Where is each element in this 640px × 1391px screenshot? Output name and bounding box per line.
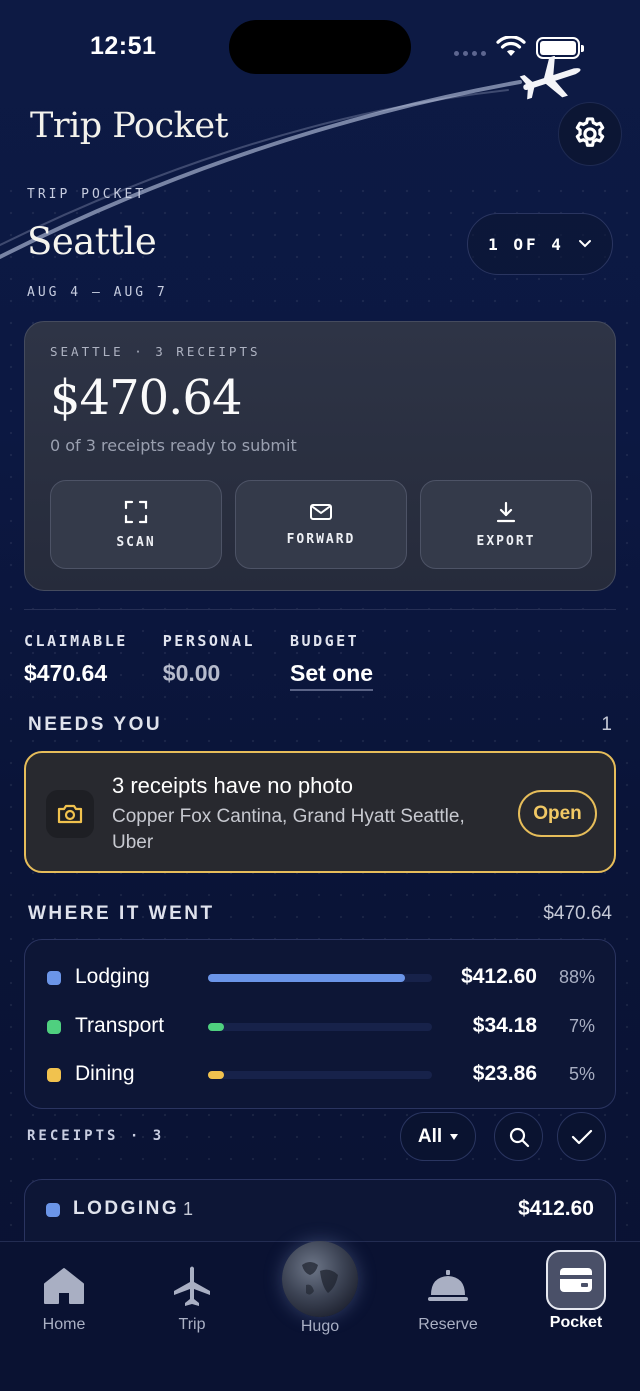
section-title: WHERE IT WENT — [28, 903, 215, 924]
receipts-filter-dropdown[interactable]: All — [400, 1112, 476, 1161]
tab-reserve[interactable]: Reserve — [384, 1242, 512, 1352]
checkmark-icon — [571, 1129, 592, 1144]
alert-icon-tile — [46, 790, 94, 838]
mail-icon — [310, 504, 332, 520]
trip-summary-card: SEATTLE · 3 RECEIPTS $470.64 0 of 3 rece… — [24, 321, 616, 591]
forward-button[interactable]: FORWARD — [235, 480, 407, 569]
stat-budget: BUDGET Set one — [290, 632, 374, 691]
tab-label: Home — [42, 1316, 86, 1333]
category-amount: $34.18 — [472, 1014, 537, 1037]
tab-trip[interactable]: Trip — [128, 1242, 256, 1352]
export-button[interactable]: EXPORT — [420, 480, 592, 569]
category-bar-fill — [208, 1071, 224, 1079]
category-bar-fill — [208, 974, 406, 982]
stats-row: CLAIMABLE $470.64 PERSONAL $0.00 BUDGET … — [24, 632, 408, 691]
scan-label: SCAN — [116, 535, 156, 550]
caret-down-icon — [450, 1133, 459, 1140]
plane-icon — [174, 1266, 210, 1306]
where-total: $470.64 — [543, 903, 612, 924]
tab-label: Reserve — [418, 1316, 478, 1333]
stat-label: PERSONAL — [162, 632, 256, 650]
gear-icon — [575, 117, 605, 147]
alert-title: 3 receipts have no photo — [112, 773, 353, 798]
stat-claimable: CLAIMABLE $470.64 — [24, 632, 128, 691]
submit-status: 0 of 3 receipts ready to submit — [50, 436, 297, 455]
trip-dates: AUG 4 — AUG 7 — [27, 285, 168, 300]
app-title: Trip Pocket — [30, 106, 229, 146]
filter-label: All — [417, 1125, 443, 1147]
download-icon — [496, 501, 516, 523]
alert-body: Copper Fox Cantina, Grand Hyatt Seattle,… — [112, 806, 465, 853]
category-row-dining[interactable]: Dining $23.86 5% — [25, 1060, 617, 1090]
category-name: Transport — [75, 1014, 165, 1037]
tab-bar: Home Trip Hugo Reserve Pocket — [0, 1241, 640, 1391]
category-percent: 88% — [558, 967, 595, 987]
tab-label: Pocket — [549, 1314, 603, 1331]
chevron-down-icon — [578, 240, 591, 248]
bell-icon — [428, 1270, 468, 1301]
needs-you-header: NEEDS YOU 1 — [28, 714, 612, 736]
missing-photo-alert[interactable]: 3 receipts have no photo Copper Fox Cant… — [24, 751, 616, 873]
set-budget-link[interactable]: Set one — [290, 660, 374, 691]
scan-button[interactable]: SCAN — [50, 480, 222, 569]
trip-pager-label: 1 OF 4 — [488, 234, 564, 254]
stat-value: $0.00 — [162, 660, 221, 686]
stat-personal: PERSONAL $0.00 — [163, 632, 255, 691]
trip-eyebrow: TRIP POCKET — [27, 187, 147, 202]
section-divider — [24, 609, 616, 610]
category-row-lodging[interactable]: Lodging $412.60 88% — [25, 963, 617, 993]
where-it-went-header: WHERE IT WENT $470.64 — [28, 903, 612, 925]
group-amount: $412.60 — [518, 1197, 594, 1220]
tab-label: Hugo — [300, 1318, 340, 1335]
category-breakdown: Lodging $412.60 88% Transport $34.18 7% … — [24, 939, 616, 1109]
settings-button[interactable] — [558, 102, 622, 166]
group-color-dot — [46, 1203, 60, 1217]
category-color-dot — [47, 971, 61, 985]
tab-label: Trip — [178, 1316, 206, 1333]
receipts-title: RECEIPTS · 3 — [27, 1128, 165, 1144]
total-amount: $470.64 — [50, 370, 242, 426]
forward-label: FORWARD — [286, 532, 356, 547]
pocket-tile — [546, 1250, 606, 1310]
group-count: 1 — [183, 1199, 194, 1219]
category-name: Dining — [75, 1062, 135, 1085]
export-label: EXPORT — [476, 534, 536, 549]
globe-icon — [282, 1241, 358, 1317]
category-row-transport[interactable]: Transport $34.18 7% — [25, 1012, 617, 1042]
wallet-icon — [560, 1268, 592, 1292]
category-color-dot — [47, 1068, 61, 1082]
category-name: Lodging — [75, 965, 150, 988]
stat-label: CLAIMABLE — [24, 632, 128, 650]
stat-label: BUDGET — [290, 632, 360, 650]
category-amount: $412.60 — [461, 965, 537, 988]
tab-hugo[interactable]: Hugo — [256, 1241, 384, 1352]
category-percent: 5% — [568, 1064, 595, 1084]
stat-value: $470.64 — [24, 660, 108, 686]
home-icon — [44, 1268, 84, 1304]
needs-you-count: 1 — [601, 714, 612, 735]
open-button[interactable]: Open — [518, 790, 597, 837]
category-bar-track — [208, 1071, 432, 1079]
category-percent: 7% — [568, 1016, 595, 1036]
airplane-icon — [519, 56, 581, 100]
tab-home[interactable]: Home — [0, 1242, 128, 1352]
group-name: LODGING — [73, 1198, 180, 1219]
scan-icon — [124, 500, 148, 524]
search-icon — [509, 1127, 529, 1147]
category-bar-fill — [208, 1023, 224, 1031]
tab-pocket[interactable]: Pocket — [512, 1242, 640, 1352]
search-button[interactable] — [494, 1112, 543, 1161]
trip-city: Seattle — [27, 220, 157, 263]
category-amount: $23.86 — [472, 1062, 537, 1085]
card-eyebrow: SEATTLE · 3 RECEIPTS — [50, 344, 261, 359]
category-bar-track — [208, 974, 432, 982]
category-color-dot — [47, 1020, 61, 1034]
camera-icon — [57, 804, 83, 824]
section-title: NEEDS YOU — [28, 714, 163, 735]
category-bar-track — [208, 1023, 432, 1031]
trip-pager[interactable]: 1 OF 4 — [467, 213, 613, 275]
select-button[interactable] — [557, 1112, 606, 1161]
